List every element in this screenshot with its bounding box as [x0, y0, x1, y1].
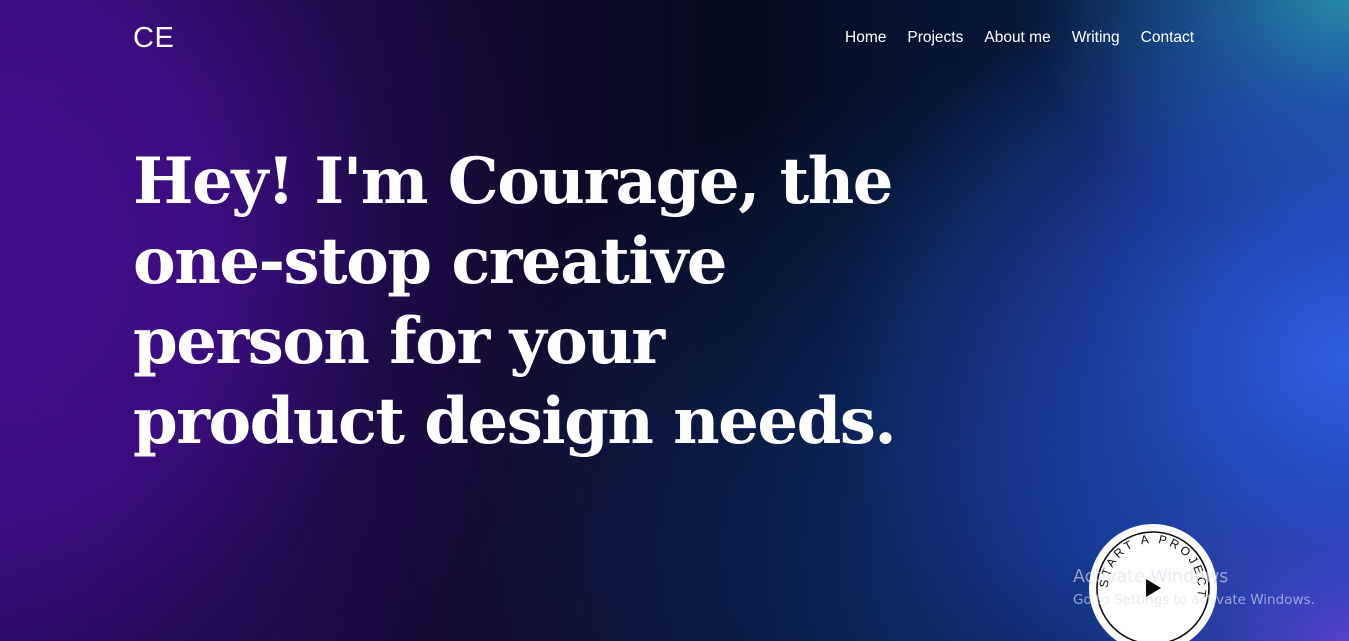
hero-line-4: product design needs.	[133, 384, 897, 459]
start-project-button[interactable]: START A PROJECT	[1089, 524, 1217, 641]
logo[interactable]: CE	[133, 22, 174, 55]
nav-home[interactable]: Home	[845, 29, 886, 47]
start-project-badge: START A PROJECT	[1096, 531, 1210, 641]
nav-about-me[interactable]: About me	[984, 29, 1050, 47]
play-icon	[1146, 579, 1161, 597]
site-header: CE Home Projects About me Writing Contac…	[0, 0, 1349, 78]
hero-line-3: person for your	[133, 304, 665, 379]
hero-line-1: Hey! I'm Courage, the	[133, 144, 893, 219]
main-nav: Home Projects About me Writing Contact	[845, 29, 1194, 47]
nav-writing[interactable]: Writing	[1072, 29, 1120, 47]
hero-line-2: one-stop creative	[133, 224, 727, 299]
hero-heading: Hey! I'm Courage, the one-stop creative …	[133, 142, 897, 462]
nav-projects[interactable]: Projects	[907, 29, 963, 47]
nav-contact[interactable]: Contact	[1141, 29, 1194, 47]
